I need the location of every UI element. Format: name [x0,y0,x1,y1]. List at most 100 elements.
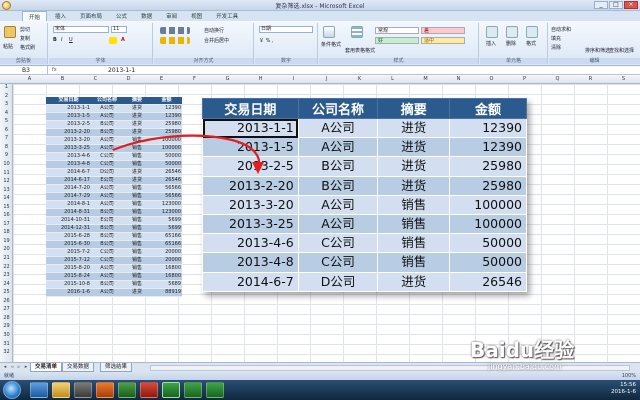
row-header-8[interactable]: 8 [0,144,13,150]
table-format-button[interactable]: 套用表格格式 [345,47,375,54]
tray-date[interactable]: 2016-1-6 [611,389,636,396]
column-header-e[interactable]: E [145,75,178,84]
insert-button[interactable]: 插入 [486,40,496,47]
source-cell[interactable]: 2013-1-5 [46,112,91,122]
sheet-tab-2[interactable]: 交易数据 [62,363,95,372]
row-header-25[interactable]: 25 [0,289,13,295]
style-bad[interactable]: 差 [421,27,465,34]
source-cell[interactable]: 销售 [123,280,151,290]
source-cell[interactable]: 销售 [123,200,151,210]
autosum-button[interactable]: 自动求和 [551,26,571,33]
source-cell[interactable]: 销售 [123,248,151,258]
paste-button[interactable]: 粘贴 [3,43,13,50]
fill-color-icon[interactable] [109,37,117,44]
row-header-21[interactable]: 21 [0,255,13,261]
source-cell[interactable]: 2013-3-25 [46,144,91,154]
source-cell[interactable]: 16800 [151,264,182,274]
source-cell[interactable]: 销售 [123,264,151,274]
close-button[interactable]: × [624,1,638,9]
name-box[interactable]: B3 [0,66,48,75]
row-header-23[interactable]: 23 [0,272,13,278]
source-cell[interactable]: 56566 [151,192,182,202]
source-cell[interactable]: 销售 [123,160,151,170]
excel-taskbar-icon-3[interactable] [206,382,224,398]
source-cell[interactable]: A公司 [91,104,123,114]
source-cell[interactable]: 2015-8-20 [46,264,91,274]
row-header-3[interactable]: 3 [0,101,13,107]
conditional-format-button[interactable]: 条件格式 [321,41,341,48]
tab-data[interactable]: 数据 [135,11,158,21]
column-header-j[interactable]: J [310,75,343,84]
row-header-7[interactable]: 7 [0,135,13,141]
source-cell[interactable]: B公司 [91,120,123,130]
column-header-c[interactable]: C [79,75,112,84]
row-header-1[interactable]: 1 [0,84,13,90]
tab-review[interactable]: 审阅 [160,11,183,21]
source-cell[interactable]: 2015-7-12 [46,256,91,266]
row-header-32[interactable]: 32 [0,349,13,355]
source-cell[interactable]: B公司 [91,224,123,234]
row-header-9[interactable]: 9 [0,152,13,158]
source-cell[interactable]: 16800 [151,272,182,282]
column-header-f[interactable]: F [178,75,211,84]
source-cell[interactable]: 销售 [123,192,151,202]
row-header-19[interactable]: 19 [0,238,13,244]
row-header-15[interactable]: 15 [0,204,13,210]
row-header-4[interactable]: 4 [0,110,13,116]
source-cell[interactable]: D公司 [91,168,123,178]
source-cell[interactable]: 12390 [151,104,182,114]
column-header-p[interactable]: P [508,75,541,84]
row-header-11[interactable]: 11 [0,170,13,176]
source-cell[interactable]: A公司 [91,264,123,274]
source-cell[interactable]: 88919 [151,288,182,298]
next-sheet-icon[interactable]: ▹ [16,364,22,371]
source-cell[interactable]: C公司 [91,152,123,162]
source-cell[interactable]: A公司 [91,192,123,202]
row-header-30[interactable]: 30 [0,332,13,338]
style-normal[interactable]: 常规 [375,27,419,34]
row-header-24[interactable]: 24 [0,281,13,287]
zoom-level[interactable]: 100% [622,372,636,380]
source-cell[interactable]: 12390 [151,112,182,122]
column-header-k[interactable]: K [343,75,376,84]
source-cell[interactable]: A公司 [91,144,123,154]
sort-filter-button[interactable]: 排序和筛选 [585,47,610,54]
header-summary[interactable]: 摘要 [123,97,151,106]
column-header-o[interactable]: O [475,75,508,84]
row-header-10[interactable]: 10 [0,161,13,167]
tab-view[interactable]: 视图 [185,11,208,21]
column-header-b[interactable]: B [46,75,79,84]
column-header-s[interactable]: S [607,75,640,84]
column-header-g[interactable]: G [211,75,244,84]
source-cell[interactable]: 进货 [123,112,151,122]
source-cell[interactable]: 2013-4-6 [46,152,91,162]
source-cell[interactable]: 2014-12-31 [46,224,91,234]
merge-center-button[interactable]: 合并后居中 [204,37,229,44]
table-format-icon[interactable] [351,26,363,38]
row-header-2[interactable]: 2 [0,93,13,99]
source-cell[interactable]: A公司 [91,272,123,282]
source-cell[interactable]: C公司 [91,256,123,266]
excel-taskbar-icon[interactable] [162,382,180,398]
fx-icon[interactable]: fx [52,67,57,73]
explorer-icon[interactable] [52,382,70,398]
row-header-26[interactable]: 26 [0,298,13,304]
source-cell[interactable]: C公司 [91,248,123,258]
tab-formulas[interactable]: 公式 [110,11,133,21]
font-color-icon[interactable]: A [121,37,125,43]
source-cell[interactable]: 123000 [151,208,182,218]
source-cell[interactable]: 销售 [123,136,151,146]
source-cell[interactable]: 销售 [123,144,151,154]
row-header-16[interactable]: 16 [0,212,13,218]
source-cell[interactable]: 5699 [151,216,182,226]
source-cell[interactable]: A公司 [91,200,123,210]
column-header-q[interactable]: Q [541,75,574,84]
header-date[interactable]: 交易日期 [46,97,91,106]
source-cell[interactable]: 进货 [123,128,151,138]
copy-button[interactable]: 复制 [20,35,30,42]
source-cell[interactable]: 2015-10-8 [46,280,91,290]
source-cell[interactable]: A公司 [91,112,123,122]
source-cell[interactable]: 50000 [151,152,182,162]
source-cell[interactable]: 50000 [151,160,182,170]
source-cell[interactable]: C公司 [91,160,123,170]
